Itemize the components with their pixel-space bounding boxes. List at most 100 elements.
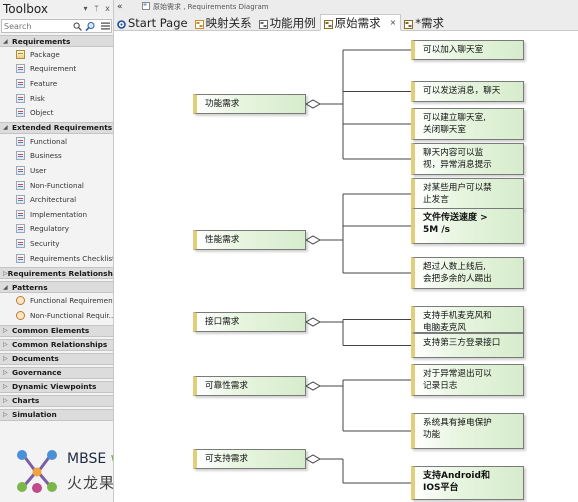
section-label: Patterns bbox=[12, 282, 48, 292]
collapsed-icon[interactable]: ▷ bbox=[3, 327, 12, 334]
toolbox-item-business[interactable]: Business bbox=[0, 149, 113, 164]
requirement-child[interactable]: 可以建立聊天室, 关闭聊天室 bbox=[411, 108, 524, 140]
pin-icon[interactable]: ᛘ bbox=[91, 4, 102, 13]
toolbox-item-architectural[interactable]: Architectural bbox=[0, 192, 113, 207]
requirement-child[interactable]: 文件传送速度 > 5M /s bbox=[411, 208, 524, 244]
toolbox-section-extended-requirements[interactable]: ◢ Extended Requirements bbox=[0, 121, 113, 134]
section-label: Dynamic Viewpoints bbox=[12, 382, 97, 391]
aggregation-diamond bbox=[304, 99, 322, 109]
toolbox-item-functional[interactable]: Functional bbox=[0, 134, 113, 149]
section-label: Common Elements bbox=[12, 326, 90, 335]
toolbox-item-label: Functional Requirements bbox=[30, 296, 114, 306]
requirement-name: 可支持需求 bbox=[205, 454, 248, 464]
close-icon[interactable]: x bbox=[102, 4, 113, 13]
requirement-child[interactable]: 聊天内容可以监 视，异常消息提示 bbox=[411, 143, 524, 175]
watermark-with: with bbox=[111, 451, 113, 467]
requirement-parent[interactable]: 接口需求 bbox=[193, 312, 306, 332]
tab-2[interactable]: 功能用例 bbox=[256, 14, 320, 31]
collapsed-icon[interactable]: ▷ bbox=[3, 369, 12, 376]
toolbox-section-common-elements[interactable]: ▷ Common Elements bbox=[0, 324, 113, 337]
diagram-canvas[interactable]: 功能需求 可以加入聊天室 可以发送消息，聊天可以建立聊天室, 关闭聊天室 聊天内容可以监… bbox=[118, 32, 578, 502]
toolbox-item-requirements-checklist[interactable]: Requirements Checklist bbox=[0, 251, 113, 266]
requirement-child[interactable]: 系统具有掉电保护 功能 bbox=[411, 413, 524, 449]
requirement-child[interactable]: 对于异常退出可以 记录日志 bbox=[411, 364, 524, 396]
toolbox-item-user[interactable]: User bbox=[0, 163, 113, 178]
toolbox-item-functional-requirements[interactable]: Functional Requirements bbox=[0, 293, 113, 308]
expanded-icon[interactable]: ◢ bbox=[3, 124, 12, 131]
requirement-text-line: 止发言 bbox=[423, 195, 449, 205]
toolbox-item-label: Requirement bbox=[30, 64, 77, 74]
search-icon[interactable] bbox=[72, 20, 83, 32]
toolbox-item-regulatory[interactable]: Regulatory bbox=[0, 222, 113, 237]
requirement-child[interactable]: 支持第三方登录接口 bbox=[411, 333, 524, 358]
requirement-text-line: 对于异常退出可以 bbox=[423, 369, 492, 379]
toolbox-item-non-functional-requir-[interactable]: Non-Functional Requir... bbox=[0, 308, 113, 323]
requirement-icon bbox=[16, 195, 25, 205]
section-label: Common Relationships bbox=[12, 340, 108, 349]
collapse-toolbox-button[interactable]: « bbox=[117, 2, 123, 12]
package-icon bbox=[16, 49, 25, 59]
requirement-parent[interactable]: 可支持需求 bbox=[193, 449, 306, 469]
requirement-child[interactable]: 超过人数上线后, 会把多余的人踢出 bbox=[411, 257, 524, 289]
search-input[interactable] bbox=[2, 21, 72, 31]
toolbox-section-simulation[interactable]: ▷ Simulation bbox=[0, 408, 113, 421]
toolbox-item-security[interactable]: Security bbox=[0, 236, 113, 251]
requirement-child[interactable]: 支持手机麦克风和 电脑麦克风 bbox=[411, 306, 524, 333]
expanded-icon[interactable]: ◢ bbox=[3, 284, 12, 291]
collapsed-icon[interactable]: ▷ bbox=[3, 383, 12, 390]
requirement-parent[interactable]: 性能需求 bbox=[193, 230, 306, 250]
section-label: Documents bbox=[12, 354, 59, 363]
toolbox-item-requirement[interactable]: Requirement bbox=[0, 62, 113, 77]
aggregation-diamond bbox=[304, 235, 322, 245]
tab-label: *需求 bbox=[415, 15, 445, 30]
requirement-parent[interactable]: 功能需求 bbox=[193, 94, 306, 114]
requirement-icon bbox=[16, 108, 25, 118]
toolbox-section-governance[interactable]: ▷ Governance bbox=[0, 366, 113, 379]
requirement-parent[interactable]: 可靠性需求 bbox=[193, 376, 306, 396]
requirement-text-line: 对某些用户可以禁 bbox=[423, 183, 492, 193]
toolbox-item-feature[interactable]: Feature bbox=[0, 76, 113, 91]
expanded-icon[interactable]: ◢ bbox=[3, 38, 12, 45]
dropdown-icon[interactable]: ▾ bbox=[80, 4, 91, 13]
toolbox-section-dynamic-viewpoints[interactable]: ▷ Dynamic Viewpoints bbox=[0, 380, 113, 393]
toolbox-item-label: Requirements Checklist bbox=[30, 253, 114, 263]
toolbox-item-label: Non-Functional Requir... bbox=[30, 310, 114, 320]
toolbox-item-object[interactable]: Object bbox=[0, 105, 113, 120]
toolbox-item-label: User bbox=[30, 165, 47, 175]
close-tab-icon[interactable]: × bbox=[390, 18, 397, 27]
requirement-child[interactable]: 支持Android和 IOS平台 bbox=[411, 466, 524, 500]
tab-3[interactable]: 原始需求 × bbox=[319, 14, 402, 31]
section-label: Charts bbox=[12, 396, 40, 405]
toolbox-section-common-relationships[interactable]: ▷ Common Relationships bbox=[0, 338, 113, 351]
toolbox-item-implementation[interactable]: Implementation bbox=[0, 207, 113, 222]
requirement-text-line: 支持第三方登录接口 bbox=[423, 338, 501, 348]
toolbox-section-documents[interactable]: ▷ Documents bbox=[0, 352, 113, 365]
toolbox-item-label: Functional bbox=[30, 136, 67, 146]
collapsed-icon[interactable]: ▷ bbox=[3, 341, 12, 348]
requirement-child[interactable]: 可以加入聊天室 bbox=[411, 40, 524, 60]
collapsed-icon[interactable]: ▷ bbox=[3, 355, 12, 362]
requirement-child[interactable]: 对某些用户可以禁 止发言 bbox=[411, 178, 524, 210]
toolbox-section-requirements-relationships[interactable]: ▷ Requirements Relationships bbox=[0, 267, 113, 280]
toolbox-item-label: Non-Functional bbox=[30, 180, 84, 190]
menu-icon[interactable] bbox=[100, 20, 111, 32]
tab-label: 功能用例 bbox=[269, 15, 316, 30]
breadcrumb: 原始需求 , Requirements Diagram bbox=[142, 2, 269, 12]
tab-0[interactable]: Start Page bbox=[114, 14, 192, 31]
toolbox-item-non-functional[interactable]: Non-Functional bbox=[0, 178, 113, 193]
toolbox-item-risk[interactable]: Risk bbox=[0, 91, 113, 106]
find-icon[interactable] bbox=[85, 20, 96, 32]
collapsed-icon[interactable]: ▷ bbox=[3, 397, 12, 404]
requirement-text-line: 视，异常消息提示 bbox=[423, 160, 492, 170]
toolbox-section-patterns[interactable]: ◢ Patterns bbox=[0, 281, 113, 294]
requirement-text-line: 记录日志 bbox=[423, 381, 458, 391]
collapsed-icon[interactable]: ▷ bbox=[3, 411, 12, 418]
tab-4[interactable]: *需求 bbox=[401, 14, 448, 31]
requirement-child[interactable]: 可以发送消息，聊天 bbox=[411, 81, 524, 102]
requirements-diagram-icon bbox=[404, 18, 414, 29]
toolbox-section-requirements[interactable]: ◢ Requirements bbox=[0, 35, 113, 47]
toolbox-item-package[interactable]: Package bbox=[0, 47, 113, 62]
toolbox-section-charts[interactable]: ▷ Charts bbox=[0, 394, 113, 407]
requirement-icon bbox=[16, 93, 25, 103]
tab-1[interactable]: 映射关系 bbox=[192, 14, 256, 31]
